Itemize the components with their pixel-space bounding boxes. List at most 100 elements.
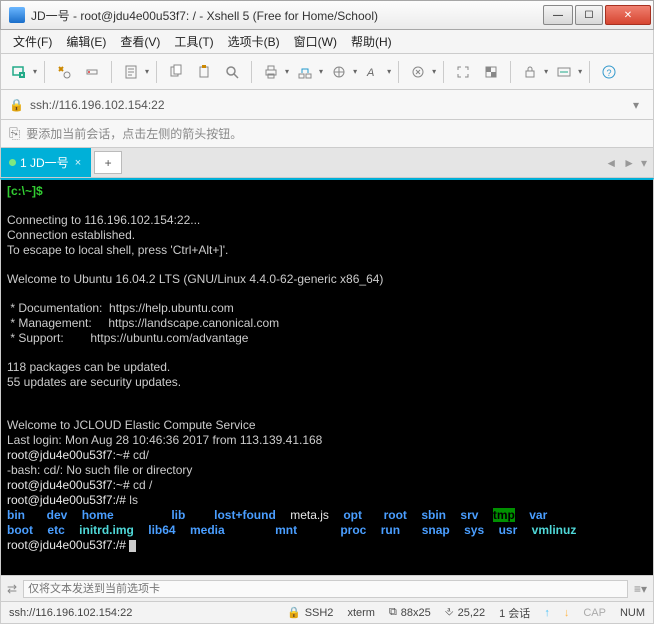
close-button[interactable]: ✕ bbox=[605, 5, 651, 25]
shell-prompt: root@jdu4e00u53f7:~# bbox=[7, 448, 133, 462]
term-line: Last login: Mon Aug 28 10:46:36 2017 fro… bbox=[7, 433, 322, 447]
shell-prompt: root@jdu4e00u53f7:/# bbox=[7, 493, 129, 507]
new-tab-button[interactable]: + bbox=[94, 151, 122, 174]
shell-prompt: root@jdu4e00u53f7:/# bbox=[7, 538, 129, 552]
separator bbox=[44, 61, 45, 83]
menu-help[interactable]: 帮助(H) bbox=[345, 31, 398, 52]
ls-dir: sys bbox=[464, 523, 484, 537]
transfer-button[interactable] bbox=[293, 60, 317, 84]
app-icon bbox=[9, 7, 25, 23]
term-line: -bash: cd/: No such file or directory bbox=[7, 463, 192, 477]
status-term: xterm bbox=[347, 607, 375, 619]
ls-dir: var bbox=[529, 508, 547, 522]
separator bbox=[443, 61, 444, 83]
toolbar: ▾ ▾ ▾ ▾ ▾ A ▾ ▾ ▾ ▾ ? bbox=[0, 54, 654, 90]
dropdown-icon[interactable]: ▾ bbox=[33, 67, 37, 76]
fullscreen-button[interactable] bbox=[451, 60, 475, 84]
menu-bar: 文件(F) 编辑(E) 查看(V) 工具(T) 选项卡(B) 窗口(W) 帮助(… bbox=[0, 30, 654, 54]
address-bar: 🔒 ssh://116.196.102.154:22 ▾ bbox=[0, 90, 654, 120]
paste-button[interactable] bbox=[192, 60, 216, 84]
new-session-button[interactable] bbox=[7, 60, 31, 84]
menu-tools[interactable]: 工具(T) bbox=[168, 31, 219, 52]
add-session-icon[interactable]: ⎘ bbox=[9, 125, 20, 142]
menu-tabs[interactable]: 选项卡(B) bbox=[222, 31, 286, 52]
cursor bbox=[129, 540, 136, 552]
send-mode-icon[interactable]: ⇄ bbox=[7, 582, 17, 596]
term-line: Welcome to Ubuntu 16.04.2 LTS (GNU/Linux… bbox=[7, 272, 383, 286]
download-icon: ↓ bbox=[564, 607, 570, 619]
term-line: * Documentation: https://help.ubuntu.com bbox=[7, 301, 234, 315]
disconnect-button[interactable] bbox=[80, 60, 104, 84]
tab-prev-icon[interactable]: ◄ bbox=[605, 156, 617, 170]
send-input[interactable] bbox=[23, 580, 628, 598]
shell-cmd: cd/ bbox=[133, 448, 149, 462]
maximize-button[interactable]: ☐ bbox=[575, 5, 603, 25]
ls-dir: usr bbox=[499, 523, 518, 537]
tab-close-icon[interactable]: × bbox=[73, 157, 83, 169]
terminal[interactable]: [c:\~]$ Connecting to 116.196.102.154:22… bbox=[0, 178, 654, 576]
color-scheme-button[interactable] bbox=[327, 60, 351, 84]
history-dropdown-button[interactable]: ▾ bbox=[627, 98, 645, 112]
separator bbox=[589, 61, 590, 83]
dropdown-icon[interactable]: ▾ bbox=[319, 67, 323, 76]
tab-list-icon[interactable]: ▾ bbox=[641, 156, 647, 170]
find-button[interactable] bbox=[220, 60, 244, 84]
dropdown-icon[interactable]: ▾ bbox=[387, 67, 391, 76]
send-target-icon[interactable]: ≡▾ bbox=[634, 582, 647, 596]
help-button[interactable]: ? bbox=[597, 60, 621, 84]
term-line: * Support: https://ubuntu.com/advantage bbox=[7, 331, 248, 345]
reconnect-button[interactable] bbox=[52, 60, 76, 84]
menu-file[interactable]: 文件(F) bbox=[7, 31, 58, 52]
status-bar: ssh://116.196.102.154:22 🔒SSH2 xterm ⧉88… bbox=[0, 602, 654, 624]
dropdown-icon[interactable]: ▾ bbox=[578, 67, 582, 76]
address-text[interactable]: ssh://116.196.102.154:22 bbox=[30, 98, 621, 112]
status-size: ⧉88x25 bbox=[389, 606, 431, 619]
svg-text:A: A bbox=[366, 67, 374, 79]
dropdown-icon[interactable]: ▾ bbox=[145, 67, 149, 76]
window-title: JD一号 - root@jdu4e00u53f7: / - Xshell 5 (… bbox=[31, 7, 543, 24]
ls-link: initrd.img bbox=[79, 523, 134, 537]
keymap-button[interactable] bbox=[552, 60, 576, 84]
dropdown-icon[interactable]: ▾ bbox=[353, 67, 357, 76]
send-bar: ⇄ ≡▾ bbox=[0, 576, 654, 602]
term-line: Connecting to 116.196.102.154:22... bbox=[7, 213, 200, 227]
svg-text:?: ? bbox=[607, 68, 612, 78]
ls-dir: opt bbox=[343, 508, 362, 522]
script-button[interactable] bbox=[406, 60, 430, 84]
ls-dir: snap bbox=[422, 523, 450, 537]
menu-view[interactable]: 查看(V) bbox=[114, 31, 166, 52]
font-button[interactable]: A bbox=[361, 60, 385, 84]
ls-dir: bin bbox=[7, 508, 25, 522]
term-line: Welcome to JCLOUD Elastic Compute Servic… bbox=[7, 418, 256, 432]
lock-icon: 🔒 bbox=[9, 98, 24, 112]
print-button[interactable] bbox=[259, 60, 283, 84]
copy-button[interactable] bbox=[164, 60, 188, 84]
ls-dir: lib64 bbox=[148, 523, 175, 537]
tab-next-icon[interactable]: ► bbox=[623, 156, 635, 170]
dropdown-icon[interactable]: ▾ bbox=[544, 67, 548, 76]
separator bbox=[156, 61, 157, 83]
local-prompt: [c:\~]$ bbox=[7, 184, 43, 198]
ls-dir: home bbox=[82, 508, 114, 522]
term-line: 55 updates are security updates. bbox=[7, 375, 181, 389]
separator bbox=[251, 61, 252, 83]
info-bar: ⎘ 要添加当前会话，点击左侧的箭头按钮。 bbox=[0, 120, 654, 148]
separator bbox=[111, 61, 112, 83]
menu-window[interactable]: 窗口(W) bbox=[288, 31, 343, 52]
tab-label: 1 JD一号 bbox=[20, 154, 69, 171]
upload-icon: ↑ bbox=[544, 607, 550, 619]
status-cursor: ⎀25,22 bbox=[445, 606, 485, 619]
menu-edit[interactable]: 编辑(E) bbox=[60, 31, 112, 52]
tab-active[interactable]: 1 JD一号 × bbox=[1, 148, 91, 177]
minimize-button[interactable]: — bbox=[543, 5, 573, 25]
tab-bar: 1 JD一号 × + ◄ ► ▾ bbox=[0, 148, 654, 178]
transparency-button[interactable] bbox=[479, 60, 503, 84]
lock-icon: 🔒 bbox=[287, 606, 301, 619]
ls-dir: etc bbox=[47, 523, 64, 537]
dropdown-icon[interactable]: ▾ bbox=[285, 67, 289, 76]
term-line: 118 packages can be updated. bbox=[7, 360, 170, 374]
lock-button[interactable] bbox=[518, 60, 542, 84]
dropdown-icon[interactable]: ▾ bbox=[432, 67, 436, 76]
ls-dir: sbin bbox=[421, 508, 446, 522]
properties-button[interactable] bbox=[119, 60, 143, 84]
